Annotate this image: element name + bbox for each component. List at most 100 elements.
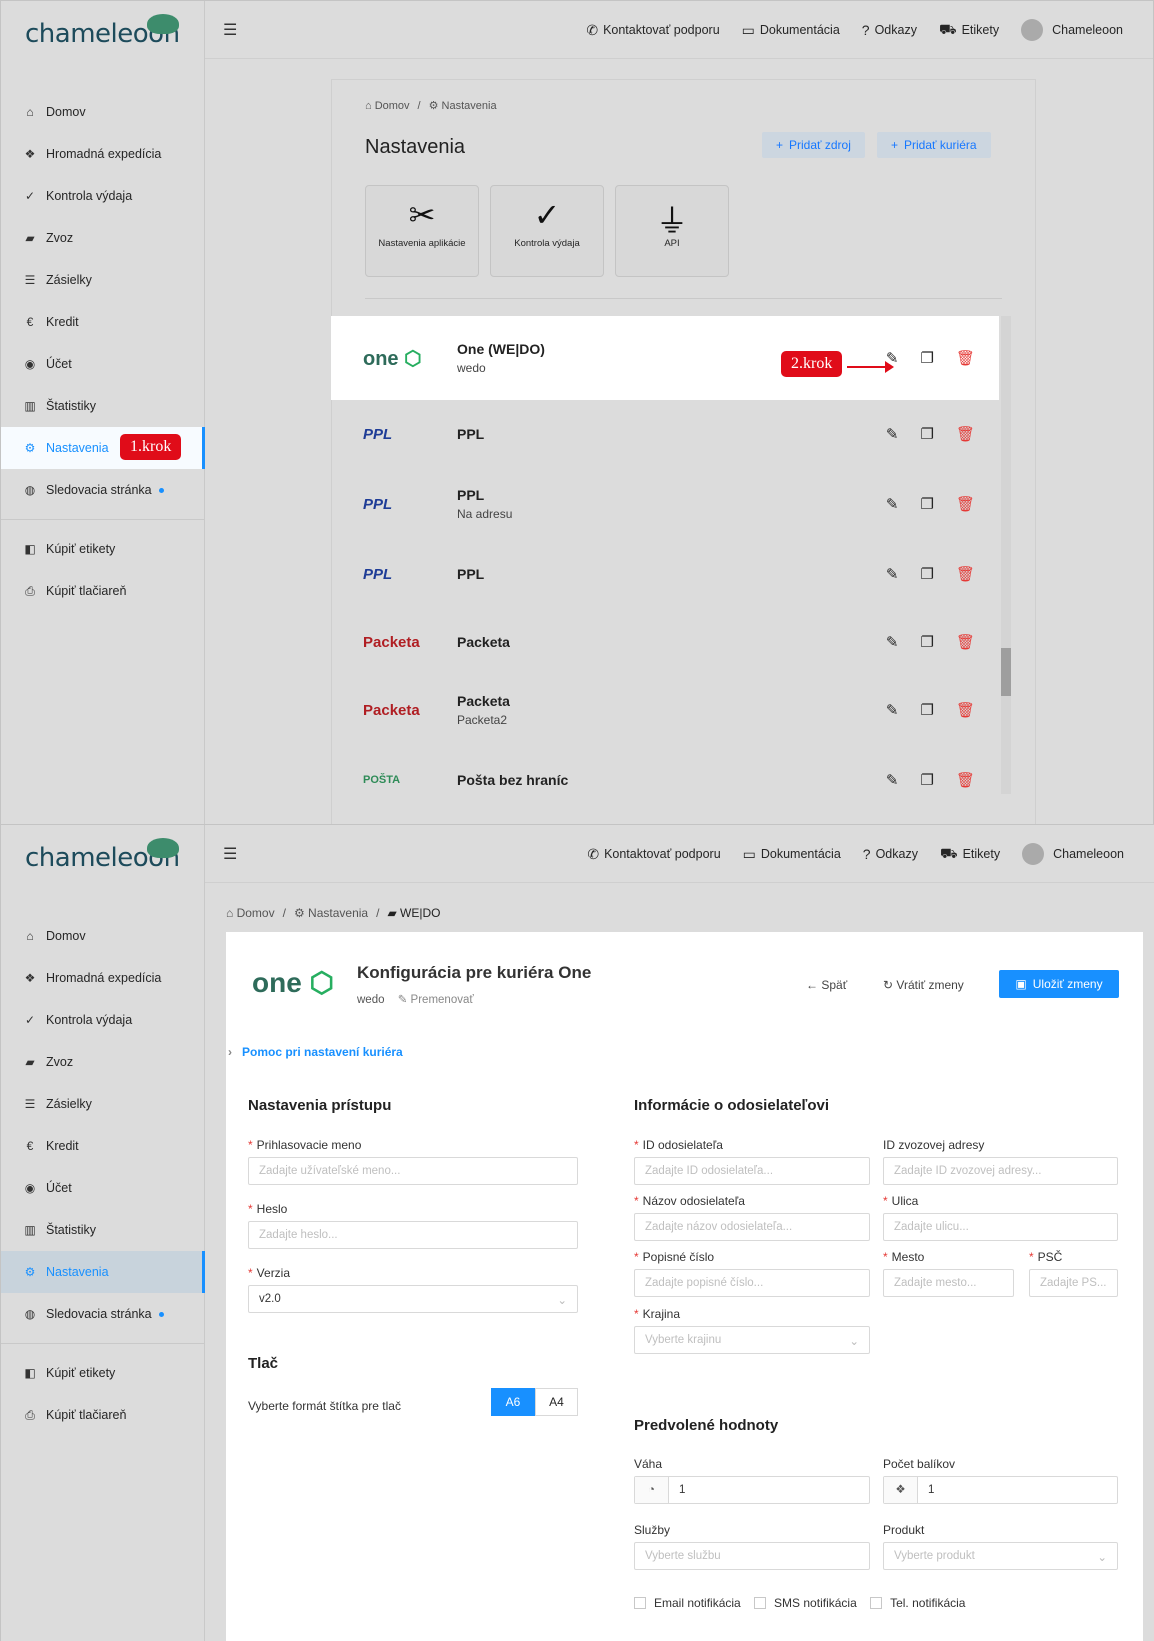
breadcrumb-home[interactable]: ⌂ Domov [365, 100, 410, 112]
labels-link[interactable]: ⛟ Etikety [940, 845, 1000, 864]
sidebar-item-sledovacia[interactable]: ◍ Sledovacia stránka [1, 1293, 205, 1335]
house-number-input[interactable]: Zadajte popisné číslo... [634, 1269, 870, 1297]
breadcrumb-settings[interactable]: ⚙ Nastavenia [294, 906, 368, 920]
sidebar-item-zvoz[interactable]: ▰ Zvoz [1, 217, 205, 259]
sidebar-item-kupit-etikety[interactable]: ◧ Kúpiť etikety [1, 1352, 205, 1394]
support-link[interactable]: ✆ Kontaktovať podporu [587, 846, 720, 863]
sidebar-item-kontrola[interactable]: ✓ Kontrola výdaja [1, 175, 205, 217]
defaults-section-title: Predvolené hodnoty [634, 1417, 779, 1434]
sidebar-item-kupit-tlaciaren[interactable]: ⎙ Kúpiť tlačiareň [1, 570, 205, 612]
copy-icon[interactable]: ❐ [921, 633, 934, 651]
menu-fold-icon[interactable]: ☰ [223, 844, 237, 864]
scrollbar-thumb[interactable] [1001, 648, 1011, 696]
add-courier-button[interactable]: + Pridať kuriéra [877, 132, 991, 158]
edit-icon[interactable]: ✎ [886, 701, 899, 719]
pickup-id-input[interactable]: Zadajte ID zvozovej adresy... [883, 1157, 1118, 1185]
format-a4-button[interactable]: A4 [535, 1388, 578, 1416]
country-select[interactable]: Vyberte krajinu ⌄ [634, 1326, 870, 1354]
courier-row[interactable]: PPL PPL ✎ ❐ 🗑 [331, 540, 999, 608]
sidebar-item-ucet[interactable]: ◉ Účet [1, 1167, 205, 1209]
chevron-down-icon: ⌄ [557, 1295, 567, 1307]
docs-link[interactable]: ▭ Dokumentácia [742, 22, 840, 39]
copy-icon[interactable]: ❐ [921, 425, 934, 443]
login-input[interactable]: Zadajte užívateľské meno... [248, 1157, 578, 1185]
sms-notification-checkbox[interactable]: SMS notifikácia [754, 1596, 857, 1610]
delete-icon[interactable]: 🗑 [956, 495, 975, 513]
tile-kontrola[interactable]: ✓ Kontrola výdaja [490, 185, 604, 277]
sidebar-item-nastavenia[interactable]: ⚙ Nastavenia [1, 1251, 205, 1293]
services-select[interactable]: Vyberte službu [634, 1542, 870, 1570]
sidebar-item-hromadna[interactable]: ❖ Hromadná expedícia [1, 133, 205, 175]
sidebar-item-zasielky[interactable]: ☰ Zásielky [1, 259, 205, 301]
add-source-button[interactable]: + Pridať zdroj [762, 132, 865, 158]
sidebar-item-kredit[interactable]: € Kredit [1, 301, 205, 343]
copy-icon[interactable]: ❐ [921, 701, 934, 719]
tile-app-settings[interactable]: ✂ Nastavenia aplikácie [365, 185, 479, 277]
links-link[interactable]: ? Odkazy [862, 22, 917, 38]
sidebar-item-kupit-etikety[interactable]: ◧ Kúpiť etikety [1, 528, 205, 570]
user-menu[interactable]: Chameleoon [1021, 19, 1123, 41]
sidebar-item-sledovacia[interactable]: ◍ Sledovacia stránka [1, 469, 205, 511]
password-input[interactable]: Zadajte heslo... [248, 1221, 578, 1249]
ppl-logo: PPL [363, 425, 393, 443]
sidebar-item-hromadna[interactable]: ❖ Hromadná expedícia [1, 957, 205, 999]
city-input[interactable]: Zadajte mesto... [883, 1269, 1014, 1297]
edit-icon[interactable]: ✎ [886, 565, 899, 583]
tel-notification-checkbox[interactable]: Tel. notifikácia [870, 1596, 965, 1610]
breadcrumb-home[interactable]: ⌂ Domov [226, 906, 275, 920]
tile-api[interactable]: ⏚ API [615, 185, 729, 277]
copy-icon[interactable]: ❐ [921, 565, 934, 583]
edit-icon[interactable]: ✎ [886, 633, 899, 651]
edit-icon[interactable]: ✎ [886, 495, 899, 513]
email-notification-checkbox[interactable]: Email notifikácia [634, 1596, 741, 1610]
rename-link[interactable]: ✎ Premenovať [398, 994, 474, 1006]
copy-icon[interactable]: ❐ [921, 771, 934, 789]
courier-row[interactable]: POŠTA Pošta bez hraníc ✎ ❐ 🗑 [331, 746, 999, 796]
sender-id-input[interactable]: Zadajte ID odosielateľa... [634, 1157, 870, 1185]
product-select[interactable]: Vyberte produkt ⌄ [883, 1542, 1118, 1570]
sidebar-item-domov[interactable]: ⌂ Domov [1, 915, 205, 957]
courier-row[interactable]: Packeta Packeta Packeta2 ✎ ❐ 🗑 [331, 676, 999, 744]
sidebar-item-domov[interactable]: ⌂ Domov [1, 91, 205, 133]
labels-link[interactable]: ⛟ Etikety [939, 21, 999, 40]
copy-icon[interactable]: ❐ [921, 349, 934, 367]
menu-fold-icon[interactable]: ☰ [223, 20, 237, 40]
sidebar-item-zasielky[interactable]: ☰ Zásielky [1, 1083, 205, 1125]
delete-icon[interactable]: 🗑 [956, 425, 975, 443]
scrollbar[interactable] [1001, 316, 1011, 794]
user-menu[interactable]: Chameleoon [1022, 843, 1124, 865]
links-link[interactable]: ? Odkazy [863, 846, 918, 862]
sidebar-item-statistiky[interactable]: ▥ Štatistiky [1, 1209, 205, 1251]
package-count-input[interactable]: ❖ 1 [883, 1476, 1118, 1504]
version-select[interactable]: v2.0 ⌄ [248, 1285, 578, 1313]
courier-row[interactable]: PPL PPL Na adresu ✎ ❐ 🗑 [331, 468, 999, 540]
delete-icon[interactable]: 🗑 [956, 701, 975, 719]
delete-icon[interactable]: 🗑 [956, 771, 975, 789]
sidebar-item-kredit[interactable]: € Kredit [1, 1125, 205, 1167]
help-collapse[interactable]: › Pomoc pri nastavení kuriéra [228, 1045, 403, 1059]
sender-name-input[interactable]: Zadajte názov odosielateľa... [634, 1213, 870, 1241]
sidebar-item-kontrola[interactable]: ✓ Kontrola výdaja [1, 999, 205, 1041]
sidebar-item-kupit-tlaciaren[interactable]: ⎙ Kúpiť tlačiareň [1, 1394, 205, 1436]
sidebar-item-zvoz[interactable]: ▰ Zvoz [1, 1041, 205, 1083]
delete-icon[interactable]: 🗑 [956, 349, 975, 367]
copy-icon[interactable]: ❐ [921, 495, 934, 513]
revert-button[interactable]: ↻ Vrátiť zmeny [883, 978, 964, 992]
edit-icon[interactable]: ✎ [886, 771, 899, 789]
zip-input[interactable]: Zadajte PS... [1029, 1269, 1118, 1297]
delete-icon[interactable]: 🗑 [956, 565, 975, 583]
support-link[interactable]: ✆ Kontaktovať podporu [586, 22, 719, 39]
format-a6-button[interactable]: A6 [491, 1388, 535, 1416]
save-button[interactable]: ▣ Uložiť zmeny [999, 970, 1119, 998]
delete-icon[interactable]: 🗑 [956, 633, 975, 651]
weight-input[interactable]: ◔ 1 [634, 1476, 870, 1504]
courier-row[interactable]: Packeta Packeta ✎ ❐ 🗑 [331, 608, 999, 676]
street-input[interactable]: Zadajte ulicu... [883, 1213, 1118, 1241]
sidebar-item-statistiky[interactable]: ▥ Štatistiky [1, 385, 205, 427]
docs-link[interactable]: ▭ Dokumentácia [743, 846, 841, 863]
sidebar-item-ucet[interactable]: ◉ Účet [1, 343, 205, 385]
courier-row[interactable]: PPL PPL ✎ ❐ 🗑 [331, 400, 999, 468]
back-button[interactable]: ← Späť [806, 978, 847, 992]
edit-icon[interactable]: ✎ [886, 425, 899, 443]
courier-row[interactable]: one ⬡ One (WE|DO) wedo ✎ ❐ 🗑 [331, 316, 999, 400]
